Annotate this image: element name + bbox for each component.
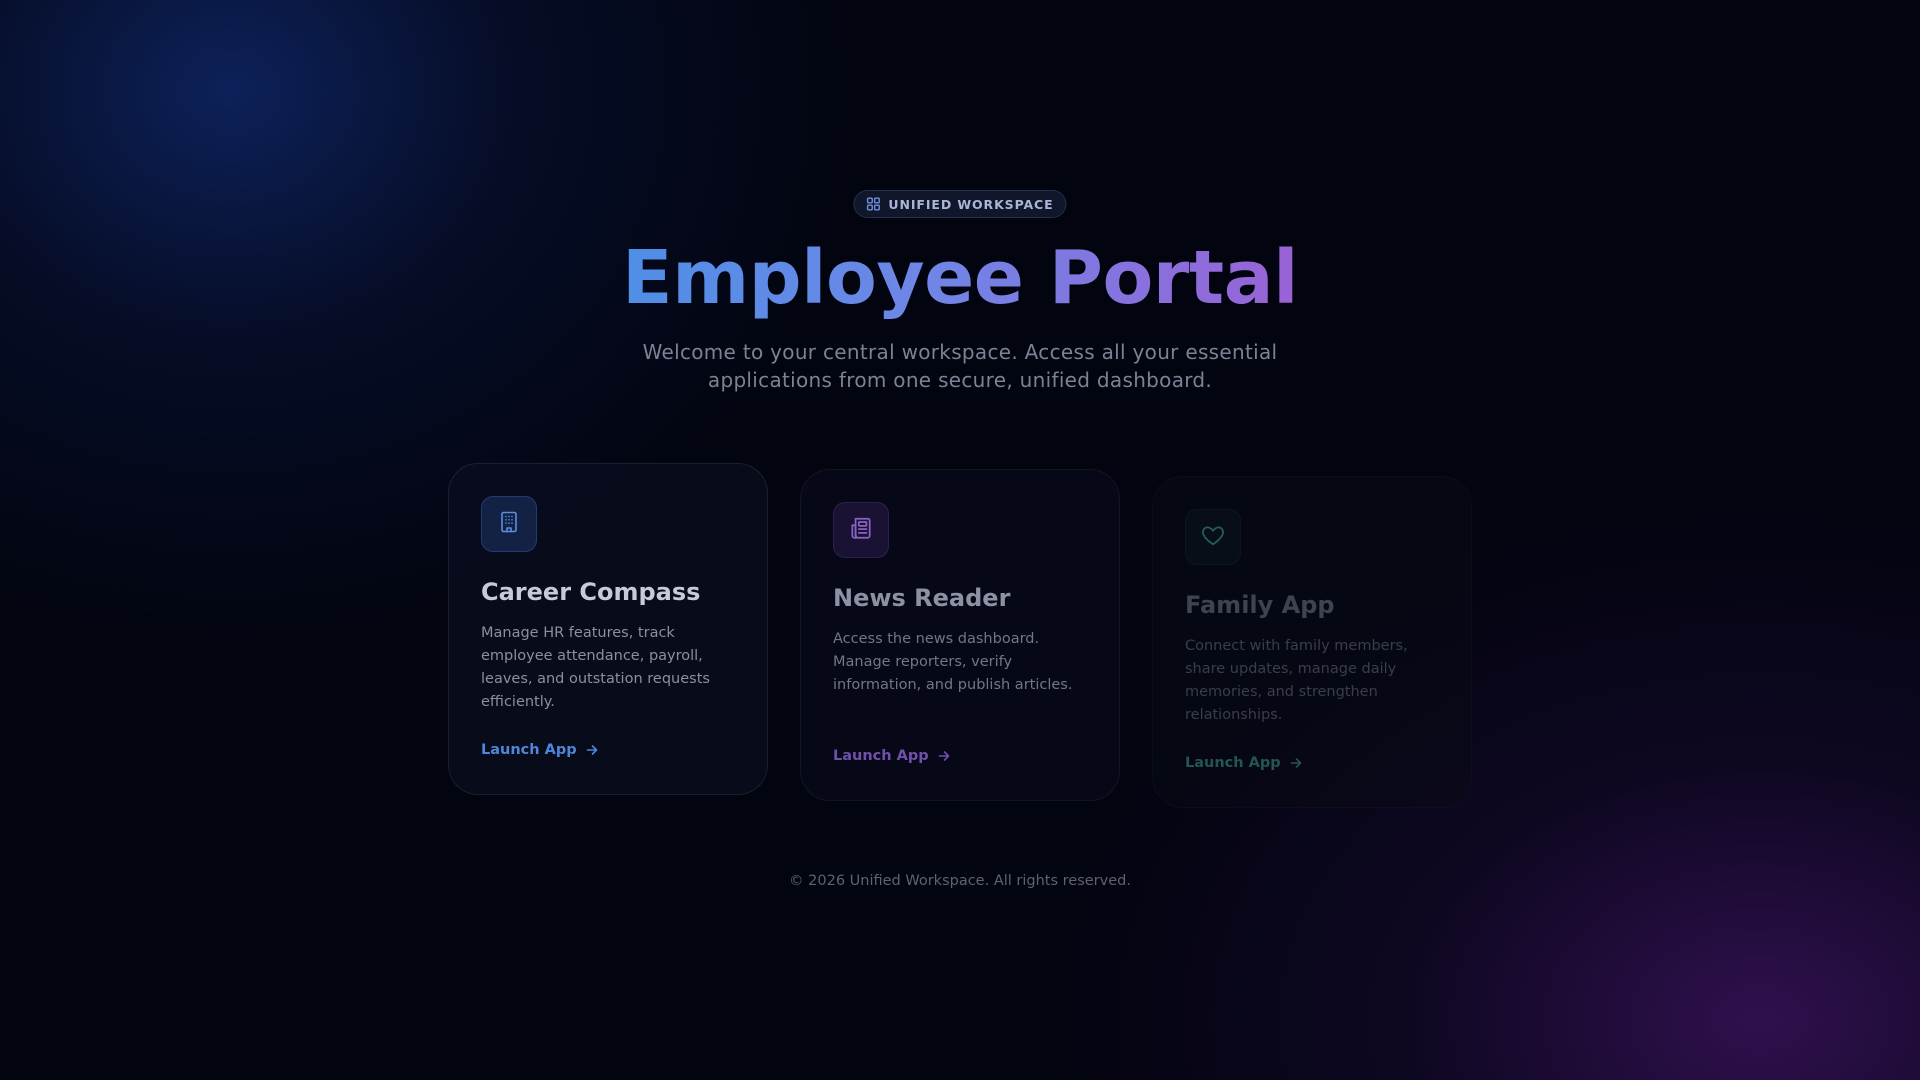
app-description: Manage HR features, track employee atten…	[481, 625, 710, 710]
app-description: Access the news dashboard. Manage report…	[833, 631, 1073, 693]
app-icon-box	[481, 496, 537, 552]
page-title: Employee Portal	[0, 233, 1920, 323]
footer-copyright: © 2026 Unified Workspace. All rights res…	[789, 873, 1131, 889]
badge-label: UNIFIED WORKSPACE	[888, 196, 1054, 212]
app-icon-box	[1185, 509, 1241, 565]
heart-icon	[1200, 522, 1226, 552]
app-card-family-app[interactable]: Family App Connect with family members, …	[1152, 476, 1472, 808]
launch-app-button[interactable]: Launch App	[1185, 755, 1303, 771]
grid-icon	[866, 197, 880, 211]
launch-app-button[interactable]: Launch App	[833, 748, 951, 764]
app-title: News Reader	[833, 584, 1011, 612]
app-description: Connect with family members, share updat…	[1185, 638, 1408, 723]
app-icon-box	[833, 502, 889, 558]
page-title-text: Employee Portal	[622, 235, 1298, 321]
arrow-right-icon	[1289, 756, 1303, 770]
app-title: Family App	[1185, 591, 1335, 619]
building-icon	[497, 510, 521, 538]
app-title: Career Compass	[481, 578, 701, 606]
portal-content: UNIFIED WORKSPACE Employee Portal Welcom…	[0, 0, 1920, 1080]
launch-app-button[interactable]: Launch App	[481, 742, 599, 758]
newspaper-icon	[848, 515, 874, 545]
launch-app-label: Launch App	[833, 748, 929, 764]
arrow-right-icon	[937, 749, 951, 763]
workspace-badge: UNIFIED WORKSPACE	[853, 190, 1067, 218]
page-subtitle: Welcome to your central workspace. Acces…	[642, 340, 1278, 392]
arrow-right-icon	[585, 743, 599, 757]
launch-app-label: Launch App	[481, 742, 577, 758]
launch-app-label: Launch App	[1185, 755, 1281, 771]
app-card-career-compass[interactable]: Career Compass Manage HR features, track…	[448, 463, 768, 795]
app-card-news-reader[interactable]: News Reader Access the news dashboard. M…	[800, 469, 1120, 801]
